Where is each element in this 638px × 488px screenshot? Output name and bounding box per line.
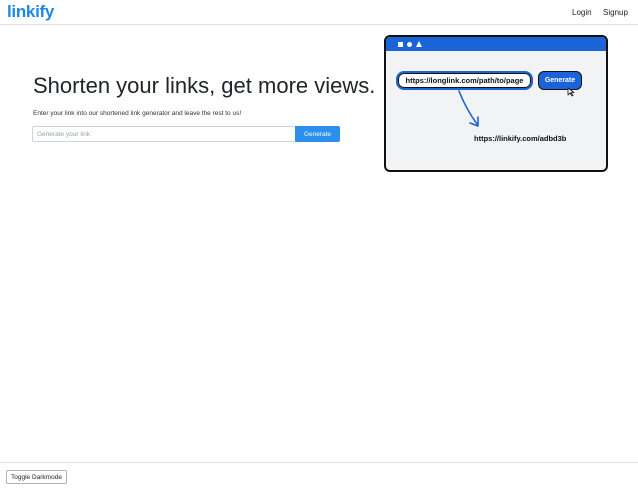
footer: Toggle Darkmode [0, 462, 638, 488]
login-link[interactable]: Login [572, 8, 592, 17]
hero-illustration: https://longlink.com/path/to/page Genera… [384, 35, 608, 172]
cursor-icon [567, 87, 575, 97]
link-input[interactable] [32, 126, 294, 142]
illustration-long-url: https://longlink.com/path/to/page [396, 71, 533, 90]
triangle-icon [416, 41, 422, 47]
link-generator-form: Generate [32, 126, 340, 142]
page-title: Shorten your links, get more views. [33, 73, 376, 98]
illustration-generate-button: Generate [538, 71, 582, 90]
illustration-short-url: https://linkify.com/adbd3b [474, 134, 567, 143]
navbar: linkify Login Signup [0, 0, 638, 25]
illustration-title-bar [386, 37, 606, 51]
circle-icon [407, 42, 412, 47]
square-icon [398, 42, 403, 47]
illustration-browser-window: https://longlink.com/path/to/page Genera… [384, 35, 608, 172]
signup-link[interactable]: Signup [603, 8, 628, 17]
toggle-darkmode-button[interactable]: Toggle Darkmode [6, 470, 67, 484]
brand-logo[interactable]: linkify [7, 2, 54, 22]
page-subtitle: Enter your link into our shortened link … [33, 110, 242, 117]
generate-button[interactable]: Generate [295, 126, 340, 142]
arrow-icon [458, 90, 479, 127]
